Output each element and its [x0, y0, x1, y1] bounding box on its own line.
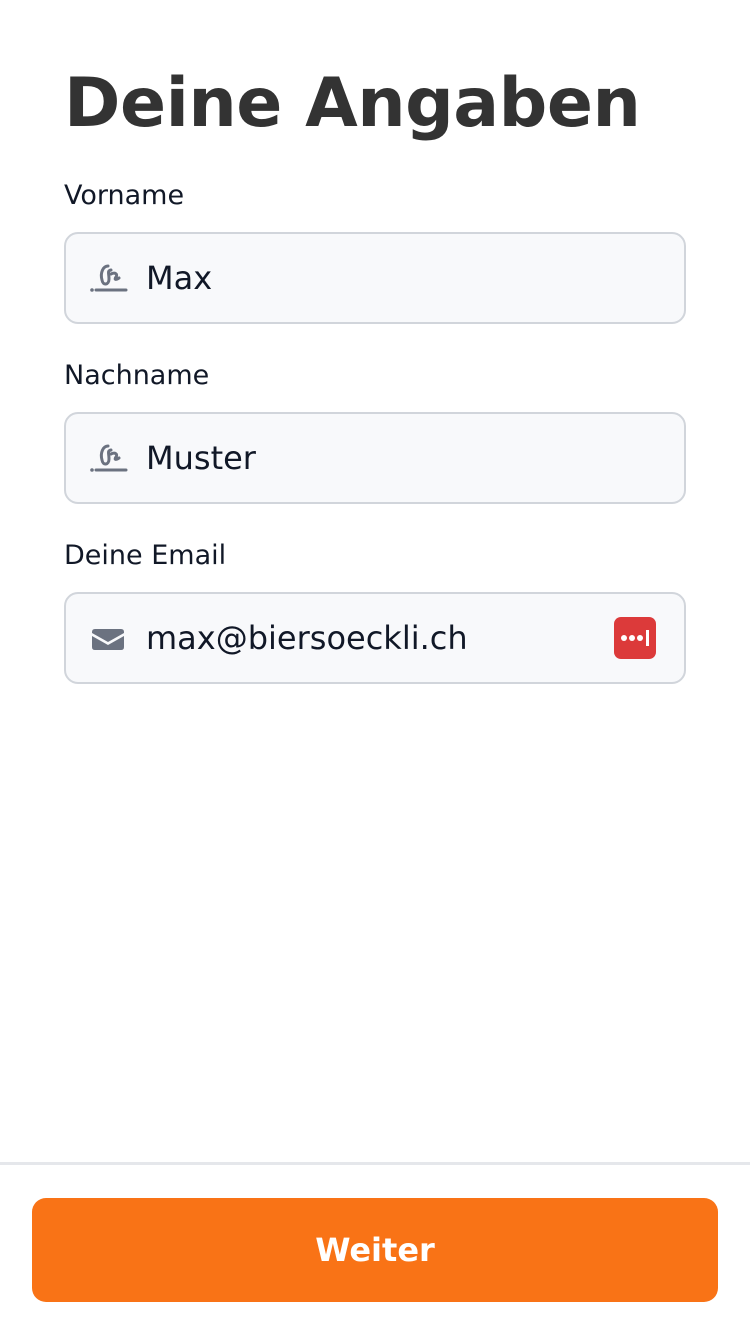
footer-divider	[0, 1162, 750, 1165]
last-name-value: Muster	[146, 439, 256, 477]
next-button[interactable]: Weiter	[32, 1198, 718, 1302]
email-label: Deine Email	[64, 540, 227, 571]
email-field[interactable]: max@biersoeckli.ch	[64, 592, 686, 684]
signature-icon	[88, 260, 128, 296]
signature-icon	[88, 440, 128, 476]
page-title: Deine Angaben	[64, 64, 641, 143]
first-name-field[interactable]: Max	[64, 232, 686, 324]
first-name-value: Max	[146, 259, 213, 297]
email-value: max@biersoeckli.ch	[146, 619, 468, 657]
first-name-label: Vorname	[64, 180, 185, 211]
envelope-icon	[88, 620, 128, 656]
last-name-field[interactable]: Muster	[64, 412, 686, 504]
last-name-label: Nachname	[64, 360, 210, 391]
password-manager-icon[interactable]	[614, 617, 656, 659]
